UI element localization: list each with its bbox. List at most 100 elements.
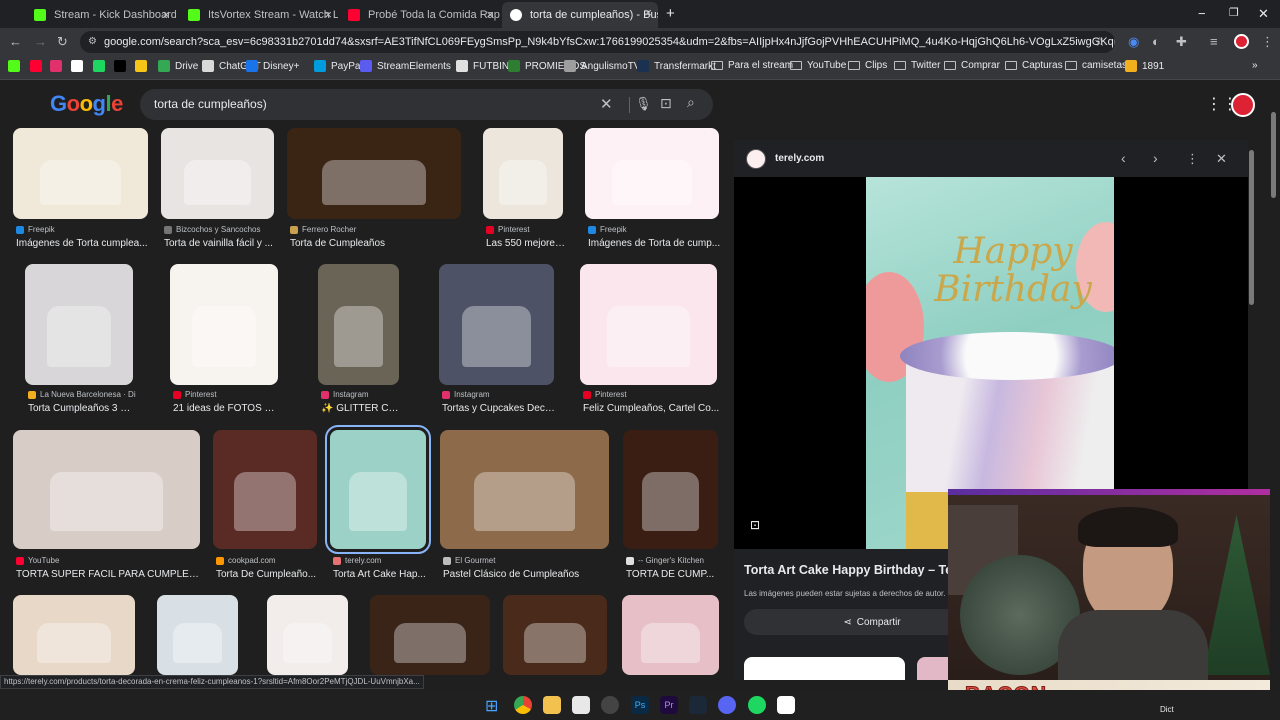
- result-source[interactable]: Instagram: [321, 390, 402, 399]
- extensions-puzzle-icon[interactable]: ✚: [1176, 34, 1187, 50]
- bookmark-transfermarkt[interactable]: Transfermarkt: [637, 60, 716, 72]
- notion-icon[interactable]: [777, 696, 795, 714]
- bookmark-shortcut[interactable]: [114, 60, 131, 72]
- reload-icon[interactable]: ↻: [57, 34, 68, 50]
- image-result-thumbnail[interactable]: [325, 425, 431, 554]
- google-logo[interactable]: Google: [50, 91, 123, 117]
- bookmark-paypal[interactable]: PayPal: [314, 60, 363, 72]
- close-icon[interactable]: ×: [162, 7, 170, 22]
- forward-icon[interactable]: →: [34, 34, 47, 49]
- result-source[interactable]: -- Ginger's Kitchen: [626, 556, 721, 565]
- photoshop-icon[interactable]: Ps: [631, 696, 649, 714]
- previous-icon[interactable]: ‹: [1121, 150, 1126, 166]
- site-info-icon[interactable]: ⚙: [88, 31, 97, 53]
- result-caption[interactable]: Tortas y Cupcakes Decorad...: [442, 403, 557, 414]
- result-caption[interactable]: ✨ GLITTER CAKE & ...: [321, 403, 402, 414]
- more-options-icon[interactable]: ⋮: [1186, 151, 1199, 167]
- bookmark-disney-[interactable]: Disney+: [246, 60, 299, 72]
- result-source[interactable]: Bizcochos y Sancochos: [164, 225, 277, 234]
- next-icon[interactable]: ›: [1153, 150, 1158, 166]
- file-explorer-icon[interactable]: [543, 696, 561, 714]
- lens-icon[interactable]: ⊡: [660, 95, 672, 112]
- address-bar[interactable]: ⚙ google.com/search?sca_esv=6c98331b2701…: [80, 31, 1115, 53]
- close-icon[interactable]: ×: [486, 7, 494, 22]
- search-box[interactable]: torta de cumpleaños) ✕ 🎙 ⊡ ⌕: [140, 89, 713, 120]
- result-source[interactable]: Instagram: [442, 390, 557, 399]
- image-result-thumbnail[interactable]: [13, 595, 135, 675]
- extension-icon[interactable]: ◐: [1152, 34, 1160, 49]
- tab-google-search[interactable]: torta de cumpleaños) - Buscar ×: [502, 2, 658, 28]
- image-result-thumbnail[interactable]: [580, 264, 717, 385]
- image-result-thumbnail[interactable]: [440, 430, 609, 549]
- bookmark-camisetas[interactable]: camisetas: [1065, 60, 1127, 71]
- image-result-thumbnail[interactable]: [623, 430, 718, 549]
- bookmark-comprar[interactable]: Comprar: [944, 60, 1000, 71]
- more-bookmarks-icon[interactable]: »: [1252, 60, 1258, 71]
- panel-domain[interactable]: terely.com: [775, 153, 824, 164]
- bookmark-twitter[interactable]: Twitter: [894, 60, 940, 71]
- result-caption[interactable]: Torta de vainilla fácil y ...: [164, 238, 277, 249]
- search-icon[interactable]: ⌕: [687, 94, 695, 111]
- result-source[interactable]: Freepik: [588, 225, 722, 234]
- lens-search-icon[interactable]: ⊡: [750, 518, 760, 532]
- page-scrollbar[interactable]: [1271, 112, 1276, 198]
- result-caption[interactable]: Imágenes de Torta de cump...: [588, 238, 722, 249]
- result-source[interactable]: Pinterest: [486, 225, 566, 234]
- image-result-thumbnail[interactable]: [161, 128, 274, 219]
- result-caption[interactable]: Imágenes de Torta cumplea...: [16, 238, 151, 249]
- result-caption[interactable]: Torta de Cumpleaños: [290, 238, 464, 249]
- clear-icon[interactable]: ✕: [600, 95, 613, 113]
- bookmark-star-icon[interactable]: ☆: [1094, 34, 1106, 50]
- result-caption[interactable]: Torta De Cumpleaño...: [216, 569, 320, 580]
- bookmark-shortcut[interactable]: [8, 60, 25, 72]
- windows-start-icon[interactable]: ⊞: [485, 696, 498, 716]
- profile-avatar[interactable]: [1234, 34, 1249, 49]
- spotify-icon[interactable]: [748, 696, 766, 714]
- image-result-thumbnail[interactable]: [25, 264, 133, 385]
- image-result-thumbnail[interactable]: [13, 128, 148, 219]
- result-source[interactable]: Pinterest: [583, 390, 720, 399]
- close-panel-icon[interactable]: ✕: [1216, 151, 1227, 167]
- close-icon[interactable]: ×: [324, 7, 332, 22]
- maximize-icon[interactable]: ❐: [1229, 6, 1239, 19]
- image-result-thumbnail[interactable]: [439, 264, 554, 385]
- bookmark-angulismotv[interactable]: AngulismoTV: [564, 60, 640, 72]
- related-image[interactable]: [744, 657, 905, 680]
- app-icon[interactable]: [572, 696, 590, 714]
- image-result-thumbnail[interactable]: [13, 430, 200, 549]
- bookmark-shortcut[interactable]: [50, 60, 67, 72]
- steam-icon[interactable]: [689, 696, 707, 714]
- obs-icon[interactable]: [601, 696, 619, 714]
- image-result-thumbnail[interactable]: [157, 595, 238, 675]
- microphone-icon[interactable]: 🎙: [635, 96, 652, 112]
- bookmark-futbin[interactable]: FUTBIN: [456, 60, 509, 72]
- bookmark-shortcut[interactable]: [71, 60, 88, 72]
- result-caption[interactable]: Torta Cumpleaños 3 — La ...: [28, 403, 136, 414]
- result-source[interactable]: Ferrero Rocher: [290, 225, 464, 234]
- bookmark-shortcut[interactable]: [135, 60, 152, 72]
- new-tab-button[interactable]: +: [666, 5, 675, 22]
- image-result-thumbnail[interactable]: [503, 595, 607, 675]
- image-result-thumbnail[interactable]: [213, 430, 317, 549]
- chrome-icon[interactable]: [514, 696, 532, 714]
- result-caption[interactable]: Feliz Cumpleaños, Cartel Co...: [583, 403, 720, 414]
- result-caption[interactable]: 21 ideas de FOTOS DE TO...: [173, 403, 281, 414]
- result-source[interactable]: YouTube: [16, 556, 203, 565]
- panel-scrollbar[interactable]: [1249, 150, 1254, 305]
- bookmark-drive[interactable]: Drive: [158, 60, 198, 72]
- image-result-thumbnail[interactable]: [370, 595, 490, 675]
- result-source[interactable]: Freepik: [16, 225, 151, 234]
- result-caption[interactable]: Las 550 mejores id...: [486, 238, 566, 249]
- result-caption[interactable]: Torta Art Cake Hap...: [333, 569, 429, 580]
- image-result-thumbnail[interactable]: [483, 128, 563, 219]
- result-source[interactable]: cookpad.com: [216, 556, 320, 565]
- minimize-icon[interactable]: −: [1198, 6, 1206, 21]
- bookmark-shortcut[interactable]: [30, 60, 47, 72]
- back-icon[interactable]: ←: [9, 34, 22, 49]
- image-result-thumbnail[interactable]: [267, 595, 348, 675]
- account-avatar[interactable]: [1231, 93, 1255, 117]
- image-result-thumbnail[interactable]: [585, 128, 719, 219]
- result-caption[interactable]: Pastel Clásico de Cumpleaños: [443, 569, 612, 580]
- clock-time[interactable]: Dict: [1160, 705, 1174, 714]
- search-input[interactable]: torta de cumpleaños): [154, 97, 267, 111]
